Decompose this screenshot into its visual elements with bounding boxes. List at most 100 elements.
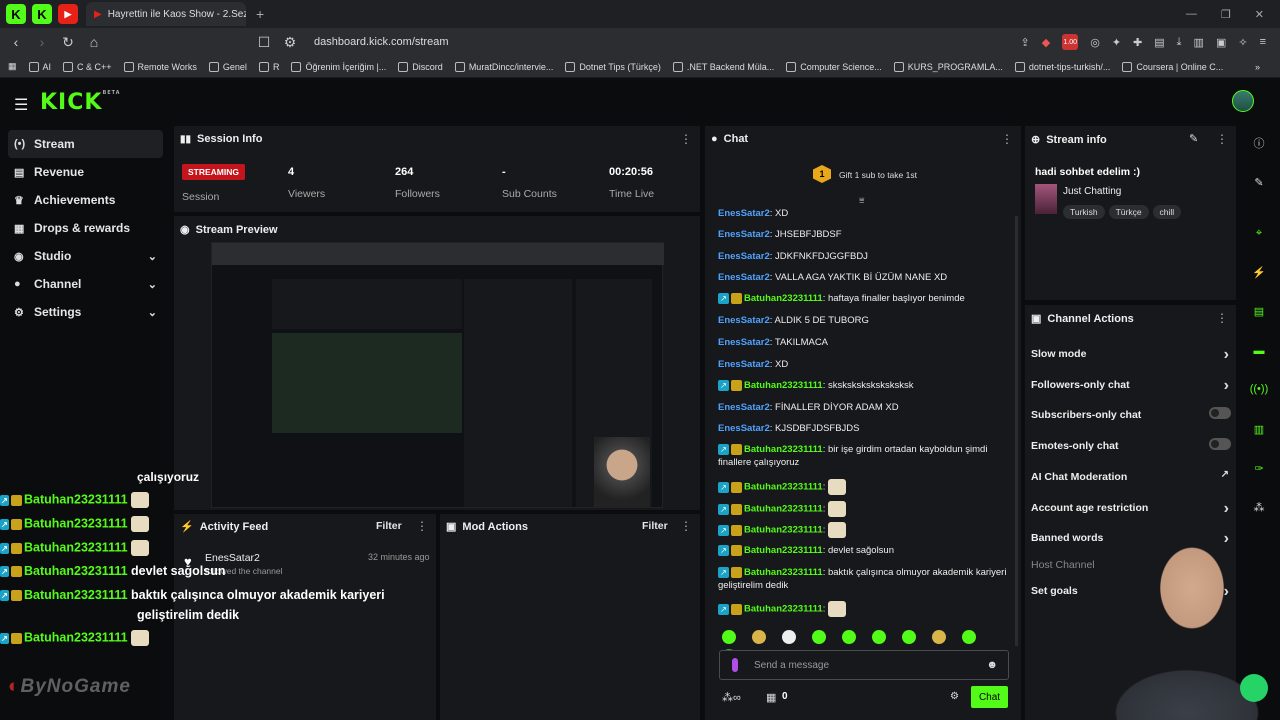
chevron-right-icon[interactable]: › xyxy=(1224,346,1229,364)
stream-tag[interactable]: chill xyxy=(1152,205,1182,219)
chat-username[interactable]: Batuhan23231111 xyxy=(744,482,823,493)
new-tab-button[interactable]: + xyxy=(256,6,264,22)
session-menu-icon[interactable]: ⋮ xyxy=(680,132,692,146)
bookmark-item[interactable]: R xyxy=(258,61,279,72)
download-icon[interactable]: ⤓ xyxy=(1177,36,1182,49)
sidebar-toggle-icon[interactable]: ▤ xyxy=(1154,36,1164,49)
bookmark-item[interactable]: .NET Backend Müla... xyxy=(672,61,774,72)
pinned-tab-kick-2[interactable]: K xyxy=(32,4,52,24)
close-window-icon[interactable]: ✕ xyxy=(1255,8,1264,21)
kick-logo[interactable]: KICKBETA xyxy=(40,90,121,115)
chat-username[interactable]: Batuhan23231111 xyxy=(744,525,823,536)
chat-username[interactable]: Batuhan23231111 xyxy=(744,504,823,515)
wrench-icon[interactable]: ✑ xyxy=(1246,457,1272,479)
channel-action-subscribers-only-chat[interactable]: Subscribers-only chat xyxy=(1031,407,1231,421)
emote-icon-7[interactable] xyxy=(902,630,916,644)
sidebar-item-studio[interactable]: ◉ Studio ⌄ xyxy=(8,242,163,270)
sidebar-item-channel[interactable]: ● Channel ⌄ xyxy=(8,270,163,298)
pinned-icon[interactable]: ⩸ xyxy=(859,195,864,206)
emoji-icon[interactable]: ☻ xyxy=(986,659,998,671)
mod-filter-button[interactable]: Filter xyxy=(642,520,668,532)
gift-sub-text[interactable]: Gift 1 sub to take 1st xyxy=(839,170,917,180)
reload-icon[interactable]: ↻ xyxy=(58,32,78,52)
chat-username[interactable]: EnesSatar2 xyxy=(718,337,770,348)
chat-username[interactable]: EnesSatar2 xyxy=(718,272,770,283)
sidebar-item-achievements[interactable]: ♛ Achievements xyxy=(8,186,163,214)
stream-tag[interactable]: Turkish xyxy=(1063,205,1105,219)
chevron-right-icon[interactable]: › xyxy=(1224,377,1229,395)
toggle-switch[interactable] xyxy=(1209,407,1231,419)
category-name[interactable]: Just Chatting xyxy=(1063,186,1121,197)
extension-badge[interactable]: 1.00 xyxy=(1062,34,1079,50)
toggle-switch[interactable] xyxy=(1209,438,1231,450)
share-icon[interactable]: ⇪ xyxy=(1021,36,1030,49)
mod-menu-icon[interactable]: ⋮ xyxy=(680,519,692,533)
chat-username[interactable]: Batuhan23231111 xyxy=(744,545,823,556)
chat-username[interactable]: EnesSatar2 xyxy=(718,229,770,240)
emote-icon-2[interactable] xyxy=(752,630,766,644)
bolt-icon[interactable]: ⚡ xyxy=(1246,261,1272,283)
chevron-down-icon[interactable]: ⌄ xyxy=(148,250,157,263)
bookmark-item[interactable]: Genel xyxy=(208,61,247,72)
pencil-icon[interactable]: ✎ xyxy=(1246,171,1272,193)
bookmark-item[interactable]: Coursera | Online C... xyxy=(1122,61,1223,72)
minimize-icon[interactable]: — xyxy=(1186,8,1197,21)
menu-icon[interactable]: ≡ xyxy=(1260,36,1266,48)
library-icon[interactable]: ▥ xyxy=(1194,36,1204,49)
bookmark-item[interactable]: dotnet-tips-turkish/... xyxy=(1014,61,1110,72)
emote-icon-4[interactable] xyxy=(812,630,826,644)
bookmark-item[interactable]: Remote Works xyxy=(123,61,197,72)
leo-icon[interactable]: ✧ xyxy=(1238,36,1247,49)
sidebar-item-revenue[interactable]: ▤ Revenue xyxy=(8,158,163,186)
avatar[interactable] xyxy=(1232,90,1254,112)
bookmark-item[interactable]: Discord xyxy=(398,61,443,72)
active-tab[interactable]: ▶ Hayrettin ile Kaos Show - 2.Sezon 4.B … xyxy=(86,2,246,26)
more-bookmarks-icon[interactable]: » xyxy=(1255,62,1260,72)
emote-icon-1[interactable] xyxy=(722,630,736,644)
emote-icon-5[interactable] xyxy=(842,630,856,644)
chat-username[interactable]: EnesSatar2 xyxy=(718,423,770,434)
extension-icon-2[interactable]: ✦ xyxy=(1112,36,1121,49)
chevron-down-icon[interactable]: ⌄ xyxy=(148,278,157,291)
chat-username[interactable]: Batuhan23231111 xyxy=(744,567,823,578)
site-info-icon[interactable]: ⚙ xyxy=(280,32,300,52)
chat-menu-icon[interactable]: ⋮ xyxy=(1001,132,1013,146)
chat-username[interactable]: Batuhan23231111 xyxy=(744,604,823,615)
bookmark-item[interactable]: AI xyxy=(28,61,51,72)
puzzle-icon[interactable]: ✚ xyxy=(1133,36,1142,49)
pinned-tab-kick[interactable]: K xyxy=(6,4,26,24)
channel-action-ai-chat-moderation[interactable]: AI Chat Moderation ↗ xyxy=(1031,469,1231,483)
chat-username[interactable]: EnesSatar2 xyxy=(718,315,770,326)
apps-icon[interactable]: ▦ xyxy=(8,61,17,72)
sidebar-item-stream[interactable]: (•) Stream xyxy=(8,130,163,158)
activity-filter-button[interactable]: Filter xyxy=(376,520,402,532)
save-icon[interactable]: ▥ xyxy=(1246,418,1272,440)
document-icon[interactable]: ▤ xyxy=(1246,300,1272,322)
bookmark-item[interactable]: C & C++ xyxy=(63,61,112,72)
extension-icon[interactable]: ◎ xyxy=(1090,36,1100,49)
channel-action-followers-only-chat[interactable]: Followers-only chat › xyxy=(1031,377,1231,394)
bookmark-item[interactable]: MuratDincc/intervie... xyxy=(454,61,553,72)
wallet-icon[interactable]: ▣ xyxy=(1216,36,1226,49)
emote-icon-8[interactable] xyxy=(932,630,946,644)
chat-send-button[interactable]: Chat xyxy=(971,686,1008,708)
chat-settings-icon[interactable]: ⚙ xyxy=(950,691,959,702)
edit-icon[interactable]: ✎ xyxy=(1189,132,1198,145)
bookmark-item[interactable]: KURS_PROGRAMLA... xyxy=(893,61,1003,72)
stream-preview-video[interactable] xyxy=(211,242,664,508)
hamburger-menu-icon[interactable]: ☰ xyxy=(14,95,28,115)
chat-username[interactable]: Batuhan23231111 xyxy=(744,293,823,304)
url-field[interactable]: dashboard.kick.com/stream xyxy=(314,36,449,48)
stream-tag[interactable]: Türkçe xyxy=(1108,205,1149,219)
chat-bubble-icon[interactable]: ▬ xyxy=(1246,340,1272,362)
chat-username[interactable]: EnesSatar2 xyxy=(718,251,770,262)
chat-username[interactable]: EnesSatar2 xyxy=(718,208,770,219)
bookmark-item[interactable]: Computer Science... xyxy=(786,61,882,72)
channel-actions-menu-icon[interactable]: ⋮ xyxy=(1216,311,1228,325)
activity-user[interactable]: EnesSatar2 xyxy=(205,552,260,564)
sidebar-item-settings[interactable]: ⚙ Settings ⌄ xyxy=(8,298,163,326)
external-link-icon[interactable]: ↗ xyxy=(1221,469,1229,480)
emote-icon-9[interactable] xyxy=(962,630,976,644)
pinned-tab-youtube[interactable]: ▶ xyxy=(58,4,78,24)
chat-username[interactable]: Batuhan23231111 xyxy=(744,444,823,455)
